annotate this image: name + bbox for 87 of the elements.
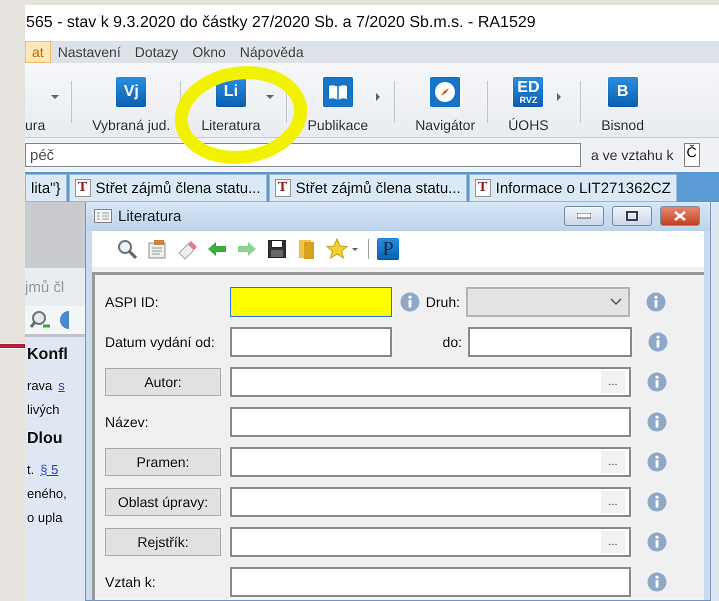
toolbar-button[interactable]: ED RVZ ÚOHS	[494, 63, 574, 137]
info-icon[interactable]	[647, 572, 667, 592]
save-icon[interactable]	[266, 238, 288, 260]
compass-icon	[430, 77, 460, 107]
network-icon: B	[608, 77, 638, 107]
menu-item[interactable]: Okno	[185, 41, 233, 63]
star-icon[interactable]	[326, 238, 360, 260]
field-label: Název:	[105, 414, 150, 430]
book-icon	[322, 77, 353, 107]
document-link[interactable]: § 5	[40, 462, 58, 476]
document-tab[interactable]: T Střet zájmů člena statu...	[68, 174, 267, 202]
window-icon	[94, 209, 112, 223]
field-label: do:	[442, 334, 462, 350]
eraser-icon[interactable]	[176, 238, 198, 260]
globe-icon[interactable]	[57, 310, 69, 330]
field-button[interactable]: Pramen:	[105, 448, 221, 476]
menu-item[interactable]: Dotazy	[128, 41, 186, 63]
caret-icon[interactable]	[51, 93, 60, 101]
info-icon[interactable]	[647, 492, 667, 512]
field-button[interactable]: Autor:	[105, 368, 221, 396]
relation-field[interactable]: Č	[684, 143, 700, 167]
toolbar-button[interactable]: Li Literatura	[187, 63, 280, 137]
info-icon[interactable]	[647, 412, 667, 432]
app-icon: ED RVZ	[513, 77, 544, 107]
toolbar-button[interactable]: ura	[25, 63, 66, 137]
caret-icon[interactable]	[554, 93, 563, 101]
input-field[interactable]: ...	[230, 367, 631, 397]
chevron-icon	[610, 298, 622, 306]
browse-button[interactable]: ...	[601, 451, 625, 473]
input-field[interactable]: ...	[230, 527, 631, 557]
search-icon[interactable]	[116, 238, 138, 260]
field-label: Vztah k:	[105, 574, 157, 590]
info-icon[interactable]	[647, 532, 667, 552]
document-icon: T	[74, 179, 91, 197]
document-link[interactable]: s	[58, 378, 65, 392]
menu-item[interactable]: Nápověda	[232, 41, 311, 63]
date-to-field[interactable]	[468, 327, 632, 357]
app-icon: Vj	[116, 77, 146, 107]
minimize-icon	[577, 213, 591, 219]
caret-icon[interactable]	[374, 93, 382, 101]
maximize-button[interactable]	[612, 206, 652, 226]
document-text: livých	[27, 402, 60, 416]
input-field[interactable]	[230, 407, 631, 437]
relation-label: a ve vztahu k	[591, 147, 674, 163]
aspi-id-field[interactable]	[230, 287, 392, 317]
document-text: eného,	[27, 486, 67, 500]
field-label: Druh:	[424, 294, 460, 310]
minimize-button[interactable]	[564, 206, 604, 226]
document-heading: Konfl	[27, 346, 68, 364]
document-tab[interactable]: lita"}	[25, 174, 67, 202]
browse-button[interactable]: ...	[601, 371, 625, 393]
info-icon[interactable]	[646, 292, 666, 312]
info-icon[interactable]	[400, 292, 420, 312]
document-tab[interactable]: T Střet zájmů člena statu...	[268, 174, 467, 202]
date-from-field[interactable]	[230, 327, 392, 357]
toolbar-button[interactable]: Vj Vybraná jud.	[78, 63, 174, 137]
field-button[interactable]: Rejstřík:	[105, 528, 221, 556]
info-icon[interactable]	[647, 452, 667, 472]
document-text: rava	[27, 378, 52, 392]
input-field[interactable]: ...	[230, 487, 631, 517]
field-label: ASPI ID:	[105, 294, 160, 310]
input-field[interactable]: ...	[230, 447, 631, 477]
document-tab[interactable]: T Informace o LIT271362CZ	[468, 174, 677, 202]
toolbar-button[interactable]: Publikace	[293, 63, 388, 137]
toolbar-button[interactable]: Navigátor	[401, 63, 482, 137]
browse-button[interactable]: ...	[601, 531, 625, 553]
close-button[interactable]	[660, 206, 700, 226]
info-icon[interactable]	[648, 332, 668, 352]
caret-icon[interactable]	[266, 93, 274, 101]
close-icon	[674, 211, 686, 221]
field-button[interactable]: Oblast úpravy:	[105, 488, 221, 516]
browse-button[interactable]: ...	[601, 491, 625, 513]
window-title: 565 - stav k 9.3.2020 do částky 27/2020 Sb. a 7/2020 Sb.m.s. - RA1529	[25, 5, 719, 41]
notes-icon[interactable]	[146, 238, 168, 260]
field-label: Datum vydání od:	[105, 334, 216, 350]
document-icon: T	[274, 179, 291, 197]
search-icon[interactable]	[29, 310, 51, 330]
document-icon: T	[474, 179, 491, 197]
document-text: o upla	[27, 510, 62, 524]
document-text: t.	[27, 462, 34, 476]
dialog-title: Literatura	[118, 208, 182, 224]
input-field[interactable]	[230, 567, 631, 597]
menu-item[interactable]: Nastavení	[50, 41, 128, 63]
info-icon[interactable]	[647, 372, 667, 392]
document-heading: Dlou	[27, 430, 63, 448]
maximize-icon	[626, 211, 638, 221]
search-field[interactable]: péč	[25, 143, 581, 167]
